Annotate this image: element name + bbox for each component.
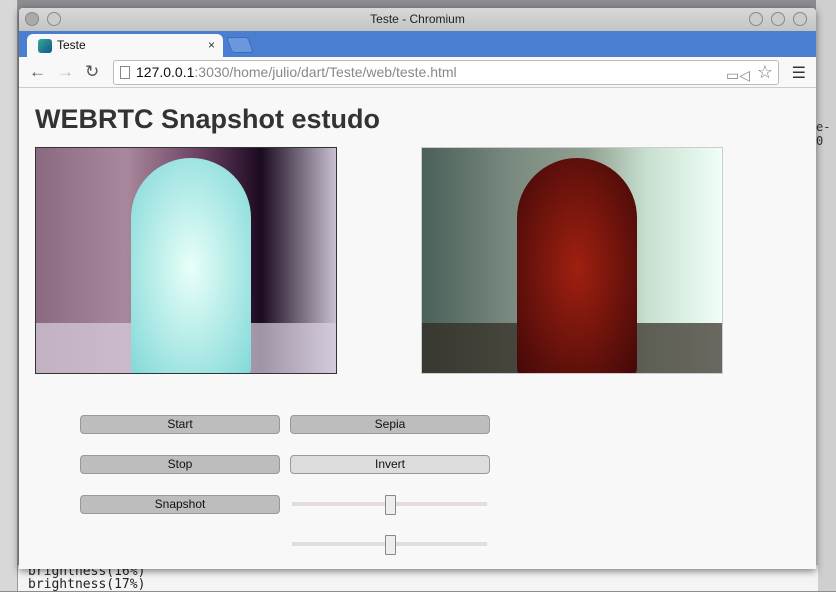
horse-image <box>131 158 251 373</box>
filtered-canvas <box>35 147 337 374</box>
close-tab-icon[interactable]: × <box>208 34 215 57</box>
slider-1[interactable] <box>292 495 487 515</box>
page-title: WEBRTC Snapshot estudo <box>35 104 380 134</box>
page-content: WEBRTC Snapshot estudo Start Sepia Stop … <box>19 88 816 569</box>
forward-icon[interactable]: → <box>57 62 74 82</box>
slider-thumb[interactable] <box>384 495 396 515</box>
minimize-button[interactable] <box>749 12 763 26</box>
menu-icon[interactable]: ☰ <box>792 63 806 83</box>
favicon-icon <box>38 39 52 53</box>
bookmark-star-icon[interactable]: ☆ <box>757 61 773 84</box>
stop-button[interactable]: Stop <box>80 455 280 474</box>
camera-icon[interactable]: ▭◁ <box>726 64 750 87</box>
sticky-button[interactable] <box>47 12 61 26</box>
tab-strip: Teste × <box>19 31 816 57</box>
background-window-right: e-0 <box>816 0 836 591</box>
slider-2[interactable] <box>292 535 487 555</box>
horse-image <box>517 158 637 373</box>
browser-window: Teste - Chromium Teste × ← → ↻ 127.0.0.1… <box>19 8 816 569</box>
new-tab-button[interactable] <box>226 37 254 53</box>
address-bar[interactable]: 127.0.0.1:3030/home/julio/dart/Teste/web… <box>113 60 779 85</box>
start-button[interactable]: Start <box>80 415 280 434</box>
window-title: Teste - Chromium <box>370 12 465 26</box>
close-window-button[interactable] <box>793 12 807 26</box>
tab-teste[interactable]: Teste × <box>27 34 223 57</box>
background-window-left <box>0 0 18 591</box>
slider-thumb[interactable] <box>384 535 396 555</box>
chromium-icon <box>25 12 39 26</box>
sepia-button[interactable]: Sepia <box>290 415 490 434</box>
page-icon <box>120 66 130 79</box>
snapshot-button[interactable]: Snapshot <box>80 495 280 514</box>
maximize-button[interactable] <box>771 12 785 26</box>
live-video <box>421 147 723 374</box>
toolbar: ← → ↻ 127.0.0.1:3030/home/julio/dart/Tes… <box>19 57 816 88</box>
reload-icon[interactable]: ↻ <box>85 62 99 82</box>
back-icon[interactable]: ← <box>29 62 46 82</box>
invert-button[interactable]: Invert <box>290 455 490 474</box>
title-bar: Teste - Chromium <box>19 8 816 31</box>
